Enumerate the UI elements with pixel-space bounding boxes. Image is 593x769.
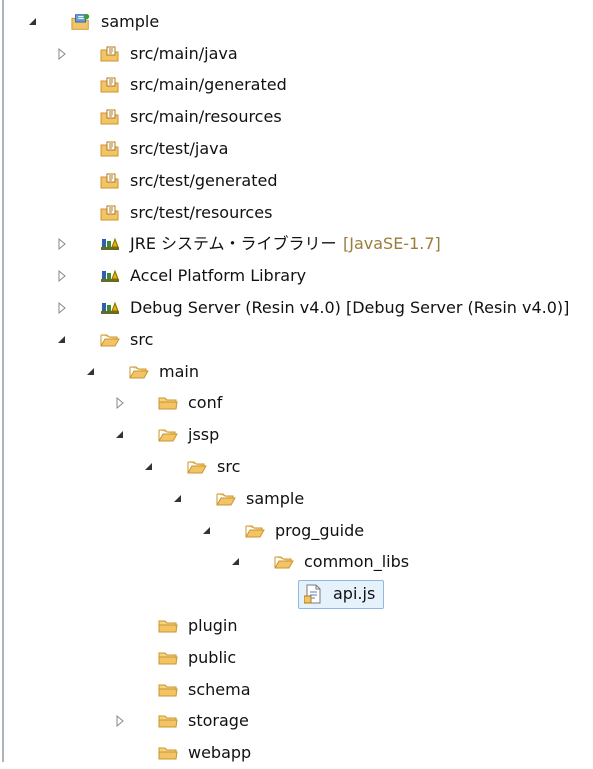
folder-open-icon — [274, 553, 294, 571]
tree-row[interactable]: Accel Platform Library — [0, 260, 593, 292]
folder-icon — [158, 617, 178, 635]
tree-item-label: src/main/resources — [130, 107, 282, 127]
source-folder-icon — [100, 140, 120, 158]
tree-item-label: main — [159, 361, 199, 381]
tree-item-label: Accel Platform Library — [130, 266, 307, 286]
tree-item-decoration: [JavaSE-1.7] — [343, 234, 441, 254]
tree-row[interactable]: src/test/resources — [0, 197, 593, 229]
tree-item-label: src/test/java — [130, 139, 229, 159]
collapsed-twisty-icon[interactable] — [114, 715, 126, 728]
js-file-icon — [303, 584, 323, 604]
expanded-twisty-icon[interactable] — [85, 366, 97, 378]
tree-item-label: src/test/generated — [130, 170, 278, 190]
tree-row[interactable]: src/test/java — [0, 133, 593, 165]
collapsed-twisty-icon[interactable] — [56, 47, 68, 60]
tree-item-label: plugin — [188, 616, 238, 636]
tree-row[interactable]: sample — [0, 483, 593, 515]
folder-icon — [158, 649, 178, 667]
tree-item-label: public — [188, 647, 237, 667]
library-icon — [100, 267, 120, 285]
collapsed-twisty-icon[interactable] — [114, 397, 126, 410]
expanded-twisty-icon[interactable] — [56, 334, 68, 346]
tree-row[interactable]: jssp — [0, 419, 593, 451]
library-icon — [100, 235, 120, 253]
collapsed-twisty-icon[interactable] — [56, 238, 68, 251]
tree-item-label: common_libs — [304, 552, 410, 572]
tree-row[interactable]: src — [0, 324, 593, 356]
tree-row[interactable]: src/main/java — [0, 38, 593, 70]
tree-row[interactable]: src/main/resources — [0, 101, 593, 133]
tree-row[interactable]: Debug Server (Resin v4.0) [Debug Server … — [0, 292, 593, 324]
tree-item-label: api.js — [333, 584, 376, 604]
tree-row[interactable]: sample — [0, 6, 593, 38]
expanded-twisty-icon[interactable] — [143, 461, 155, 473]
tree-row[interactable]: src/main/generated — [0, 70, 593, 102]
folder-open-icon — [100, 331, 120, 349]
collapsed-twisty-icon[interactable] — [56, 302, 68, 315]
tree-item-label: webapp — [188, 743, 252, 763]
tree-item-label: storage — [188, 711, 249, 731]
folder-icon — [158, 744, 178, 762]
collapsed-twisty-icon[interactable] — [56, 270, 68, 283]
project-explorer-tree[interactable]: sample src/main/java src/main/generated src… — [0, 6, 593, 769]
tree-item-label: sample — [101, 11, 160, 31]
tree-item-label: sample — [246, 488, 305, 508]
tree-row[interactable]: main — [0, 356, 593, 388]
folder-open-icon — [187, 458, 207, 476]
tree-row[interactable]: api.js — [0, 578, 593, 610]
tree-item-label: src/main/generated — [130, 75, 287, 95]
library-icon — [100, 299, 120, 317]
project-icon — [71, 13, 91, 31]
folder-icon — [158, 681, 178, 699]
source-folder-icon — [100, 172, 120, 190]
source-folder-icon — [100, 204, 120, 222]
tree-item-label: conf — [188, 393, 223, 413]
tree-row[interactable]: src — [0, 451, 593, 483]
expanded-twisty-icon[interactable] — [114, 429, 126, 441]
tree-row[interactable]: src/test/generated — [0, 165, 593, 197]
tree-row[interactable]: conf — [0, 388, 593, 420]
tree-item-label: JRE システム・ライブラリー — [130, 234, 337, 254]
folder-open-icon — [158, 426, 178, 444]
folder-icon — [158, 712, 178, 730]
tree-row[interactable]: public — [0, 642, 593, 674]
tree-item-label: prog_guide — [275, 520, 365, 540]
tree-row[interactable]: storage — [0, 706, 593, 738]
folder-open-icon — [216, 490, 236, 508]
tree-row[interactable]: webapp — [0, 737, 593, 769]
source-folder-icon — [100, 45, 120, 63]
tree-item-label: jssp — [188, 425, 220, 445]
tree-item-label: src/test/resources — [130, 202, 273, 222]
source-folder-icon — [100, 76, 120, 94]
folder-open-icon — [245, 522, 265, 540]
folder-open-icon — [129, 363, 149, 381]
tree-item-label: schema — [188, 679, 251, 699]
source-folder-icon — [100, 108, 120, 126]
tree-item-label: src — [217, 457, 241, 477]
folder-icon — [158, 394, 178, 412]
tree-item-label: src/main/java — [130, 43, 238, 63]
tree-row[interactable]: plugin — [0, 610, 593, 642]
tree-row[interactable]: schema — [0, 674, 593, 706]
tree-row[interactable]: JRE システム・ライブラリー [JavaSE-1.7] — [0, 229, 593, 261]
tree-row[interactable]: prog_guide — [0, 515, 593, 547]
expanded-twisty-icon[interactable] — [27, 16, 39, 28]
expanded-twisty-icon[interactable] — [201, 525, 213, 537]
expanded-twisty-icon[interactable] — [230, 556, 242, 568]
tree-item-label: Debug Server (Resin v4.0) [Debug Server … — [130, 298, 570, 318]
tree-item-label: src — [130, 329, 154, 349]
expanded-twisty-icon[interactable] — [172, 493, 184, 505]
tree-row[interactable]: common_libs — [0, 547, 593, 579]
